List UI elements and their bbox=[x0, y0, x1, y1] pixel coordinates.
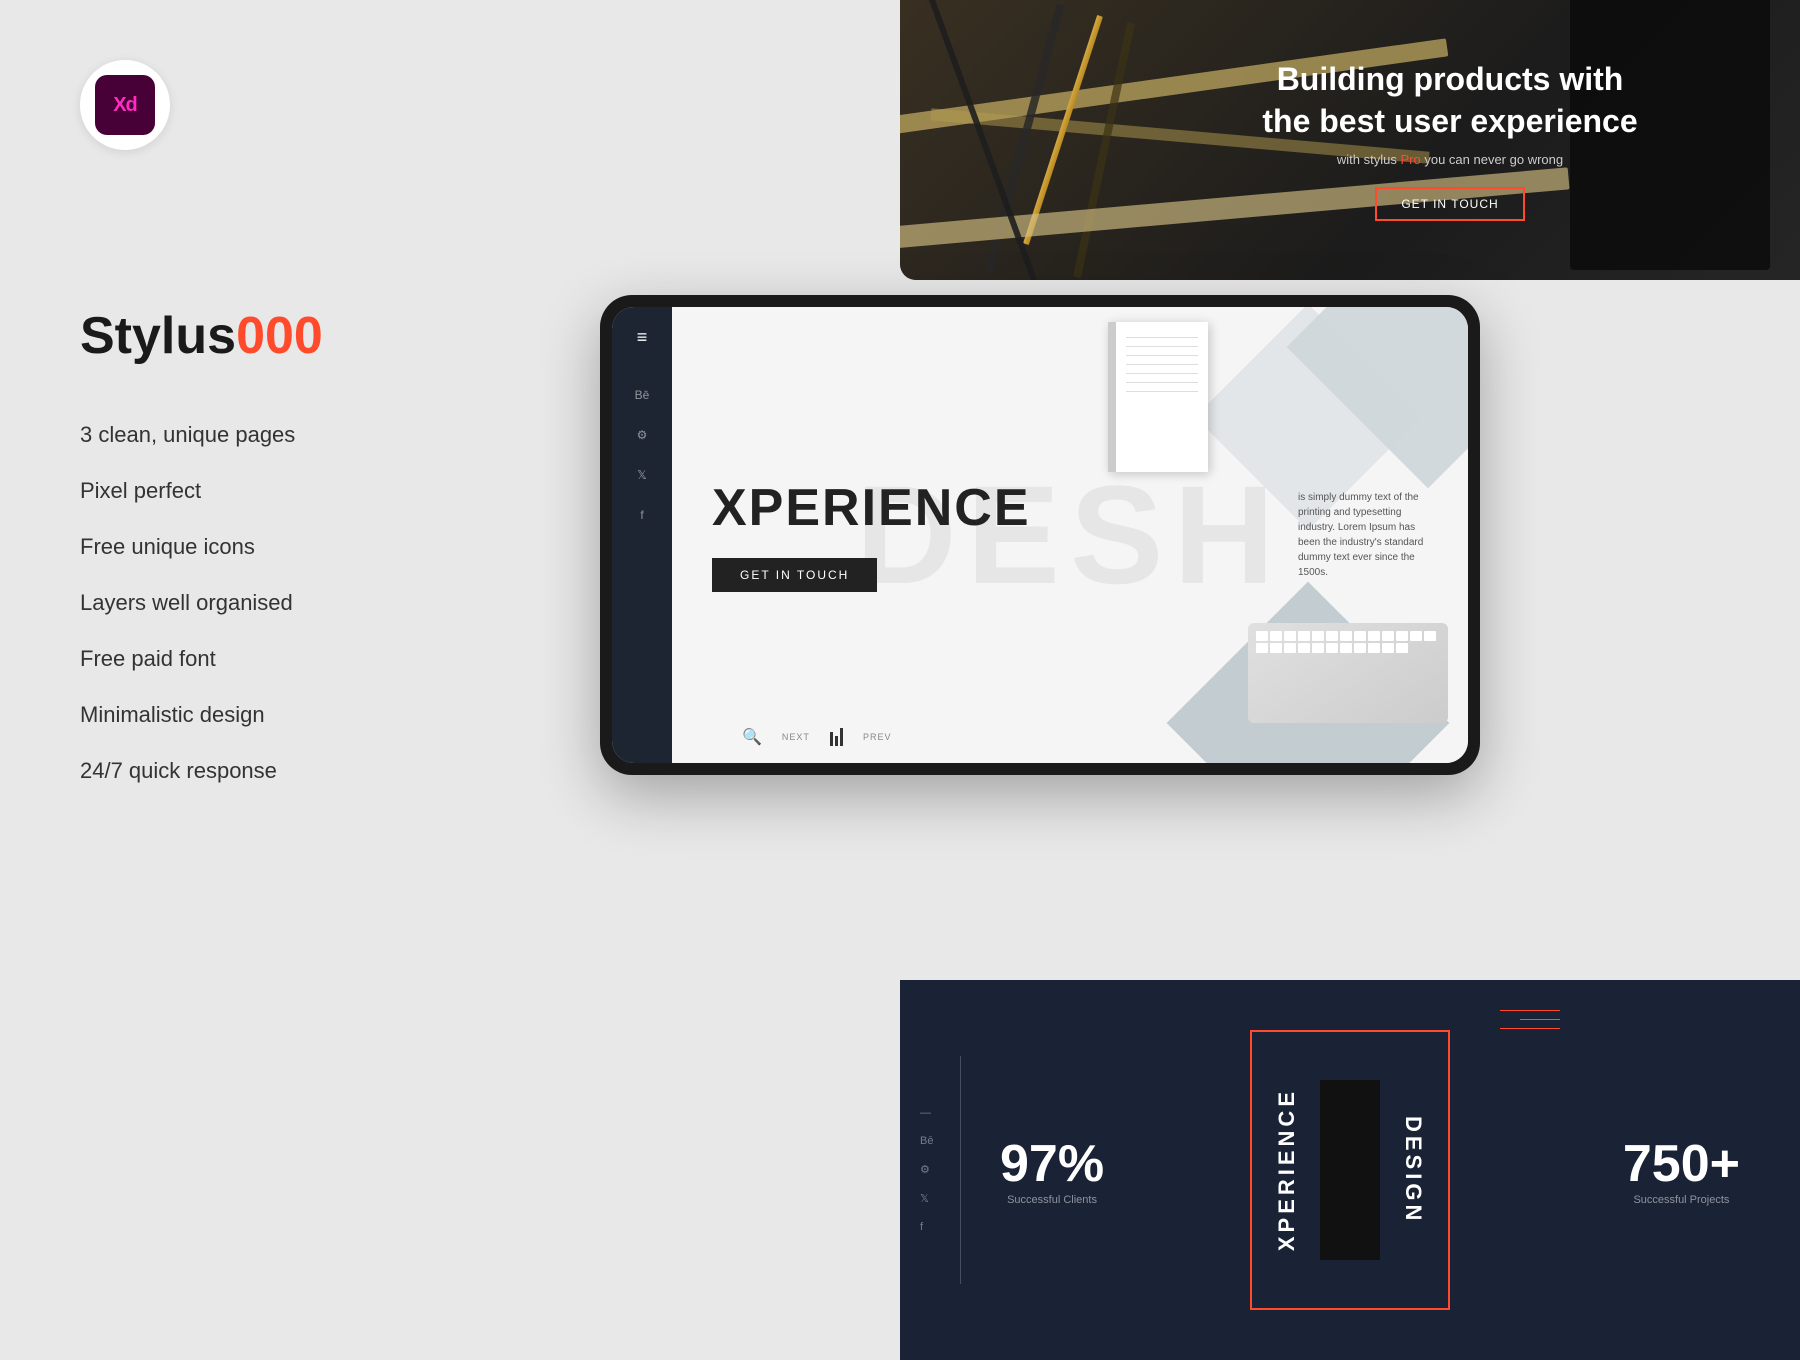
device-sidebar: ≡ Bē ⚙ 𝕏 f bbox=[612, 307, 672, 763]
stat-750: 750+ Successful Projects bbox=[1623, 1134, 1740, 1206]
preview-top-subtext: with stylus Pro you can never go wrong bbox=[1262, 152, 1637, 167]
vertical-text-xperience: XPERIENCE bbox=[1274, 1088, 1300, 1251]
device-sidebar-icon-2: ⚙ bbox=[632, 428, 652, 448]
nav-prev-label: PREV bbox=[863, 732, 892, 742]
stat-97: 97% Successful Clients bbox=[1000, 1134, 1104, 1206]
feature-item-3: Free unique icons bbox=[80, 534, 295, 560]
top-cta-button[interactable]: GET IN TOUCH bbox=[1375, 187, 1524, 221]
vertical-divider bbox=[960, 1056, 961, 1284]
feature-item-7: 24/7 quick response bbox=[80, 758, 295, 784]
device-sidebar-icon-3: 𝕏 bbox=[632, 468, 652, 488]
stat-97-label: Successful Clients bbox=[1000, 1194, 1104, 1206]
bs-icon-tw: 𝕏 bbox=[920, 1192, 933, 1205]
right-panel: Building products with the best user exp… bbox=[560, 0, 1800, 1360]
preview-middle-device: ≡ Bē ⚙ 𝕏 f DESH bbox=[600, 295, 1480, 775]
hero-side-text: is simply dummy text of the printing and… bbox=[1298, 490, 1428, 580]
brand-name-black: Stylus bbox=[80, 307, 236, 365]
bs-icon-gear: ⚙ bbox=[920, 1163, 933, 1176]
red-lines-decoration bbox=[1500, 1010, 1560, 1029]
brand-title: Stylus000 bbox=[80, 310, 323, 362]
center-graphic-box: XPERIENCE DESIGN bbox=[1250, 1030, 1450, 1310]
hero-right-content: is simply dummy text of the printing and… bbox=[1298, 490, 1428, 580]
bs-icon-fb: f bbox=[920, 1221, 933, 1233]
stat-750-label: Successful Projects bbox=[1623, 1194, 1740, 1206]
nav-next-label: NEXT bbox=[782, 732, 810, 742]
preview-bottom-content: — Bē ⚙ 𝕏 f 97% Successful Clients XPERIE… bbox=[900, 980, 1800, 1360]
hero-title: XPERIENCE bbox=[712, 478, 1031, 538]
notebook bbox=[1108, 322, 1208, 472]
device-bottom-nav: 🔍 NEXT PREV bbox=[742, 727, 1448, 747]
device-cta-button[interactable]: GET IN TOUCH bbox=[712, 558, 877, 592]
bs-icon-be: Bē bbox=[920, 1135, 933, 1147]
features-list: 3 clean, unique pages Pixel perfect Free… bbox=[80, 422, 295, 784]
stat-750-value: 750+ bbox=[1623, 1134, 1740, 1194]
bs-icon-1: — bbox=[920, 1107, 933, 1119]
preview-top-content: Building products with the best user exp… bbox=[1262, 59, 1637, 221]
device-main: DESH bbox=[672, 307, 1468, 763]
feature-item-5: Free paid font bbox=[80, 646, 295, 672]
xd-icon: Xd bbox=[80, 60, 170, 150]
bottom-sidebar: — Bē ⚙ 𝕏 f bbox=[920, 1107, 933, 1233]
feature-item-6: Minimalistic design bbox=[80, 702, 295, 728]
search-icon: 🔍 bbox=[742, 727, 762, 747]
device-sidebar-icon-1: Bē bbox=[632, 388, 652, 408]
device-sidebar-logo: ≡ bbox=[637, 327, 648, 348]
feature-item-4: Layers well organised bbox=[80, 590, 295, 616]
brand-name-accent: 000 bbox=[236, 307, 323, 365]
nav-bars bbox=[830, 728, 843, 746]
device-sidebar-icon-4: f bbox=[632, 508, 652, 528]
feature-item-1: 3 clean, unique pages bbox=[80, 422, 295, 448]
vertical-text-design: DESIGN bbox=[1400, 1116, 1426, 1224]
xd-label: Xd bbox=[113, 94, 137, 117]
device-screen: ≡ Bē ⚙ 𝕏 f DESH bbox=[612, 307, 1468, 763]
preview-top-heading: Building products with the best user exp… bbox=[1262, 59, 1637, 142]
preview-bottom: — Bē ⚙ 𝕏 f 97% Successful Clients XPERIE… bbox=[900, 980, 1800, 1360]
stat-97-value: 97% bbox=[1000, 1134, 1104, 1194]
feature-item-2: Pixel perfect bbox=[80, 478, 295, 504]
left-panel: Xd Stylus000 3 clean, unique pages Pixel… bbox=[0, 0, 560, 1360]
hero-content: XPERIENCE GET IN TOUCH bbox=[712, 478, 1031, 592]
preview-top: Building products with the best user exp… bbox=[900, 0, 1800, 280]
